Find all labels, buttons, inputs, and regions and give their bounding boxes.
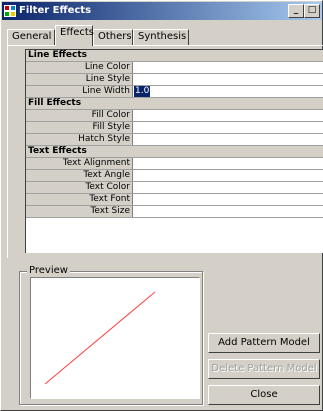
tab-effects[interactable]: Effects — [55, 25, 94, 46]
tab-label: Synthesis — [138, 31, 187, 42]
tab-others[interactable]: Others — [93, 29, 133, 45]
property-label: Text Color — [26, 182, 133, 193]
section-fill-effects: Fill Effects — [26, 98, 323, 110]
preview-drawing — [44, 291, 156, 385]
tab-label: Others — [98, 31, 132, 42]
property-label: Line Color — [26, 62, 133, 73]
property-row-fill-color[interactable]: Fill Color — [26, 110, 323, 122]
minimize-icon: _ — [293, 5, 299, 15]
preview-line — [44, 291, 156, 385]
property-row-line-style[interactable]: Line Style — [26, 74, 323, 86]
property-grid: Line Effects Line Color Line Style Line … — [25, 49, 323, 253]
property-label: Fill Style — [26, 122, 133, 133]
property-row-text-font[interactable]: Text Font — [26, 194, 323, 206]
section-line-effects: Line Effects — [26, 50, 323, 62]
close-window-button[interactable]: □ — [304, 4, 320, 18]
property-row-text-alignment[interactable]: Text Alignment — [26, 158, 323, 170]
property-row-hatch-style[interactable]: Hatch Style — [26, 134, 323, 146]
section-title: Line Effects — [26, 50, 323, 61]
property-row-text-size[interactable]: Text Size — [26, 206, 323, 218]
window-title: Filter Effects — [19, 5, 92, 16]
filter-effects-window: Filter Effects _ □ General Effects Other… — [0, 0, 323, 411]
property-label: Fill Color — [26, 110, 133, 121]
property-label: Text Font — [26, 194, 133, 205]
property-label: Hatch Style — [26, 134, 133, 145]
property-label: Text Size — [26, 206, 133, 217]
title-bar[interactable]: Filter Effects _ □ — [2, 2, 322, 20]
property-label: Text Angle — [26, 170, 133, 181]
property-row-fill-style[interactable]: Fill Style — [26, 122, 323, 134]
section-title: Text Effects — [26, 146, 323, 157]
tab-label: Effects — [60, 27, 94, 38]
close-icon: □ — [307, 5, 317, 15]
property-label: Text Alignment — [26, 158, 133, 169]
tab-general[interactable]: General — [7, 29, 55, 45]
property-row-text-color[interactable]: Text Color — [26, 182, 323, 194]
property-row-text-angle[interactable]: Text Angle — [26, 170, 323, 182]
app-icon — [4, 5, 16, 17]
section-title: Fill Effects — [26, 98, 323, 109]
tab-label: General — [12, 31, 52, 42]
preview-title: Preview — [27, 265, 70, 277]
property-label: Line Style — [26, 74, 133, 85]
delete-pattern-model-button[interactable]: Delete Pattern Model — [208, 359, 320, 379]
property-row-line-color[interactable]: Line Color — [26, 62, 323, 74]
line-width-value[interactable]: 1.0 — [134, 86, 151, 97]
property-label: Line Width — [26, 86, 133, 97]
tab-synthesis[interactable]: Synthesis — [133, 29, 189, 45]
minimize-button[interactable]: _ — [288, 4, 304, 18]
property-row-line-width[interactable]: Line Width 1.0 — [26, 86, 323, 98]
preview-canvas — [30, 277, 200, 399]
section-text-effects: Text Effects — [26, 146, 323, 158]
add-pattern-model-button[interactable]: Add Pattern Model — [208, 333, 320, 353]
close-button[interactable]: Close — [208, 385, 320, 405]
